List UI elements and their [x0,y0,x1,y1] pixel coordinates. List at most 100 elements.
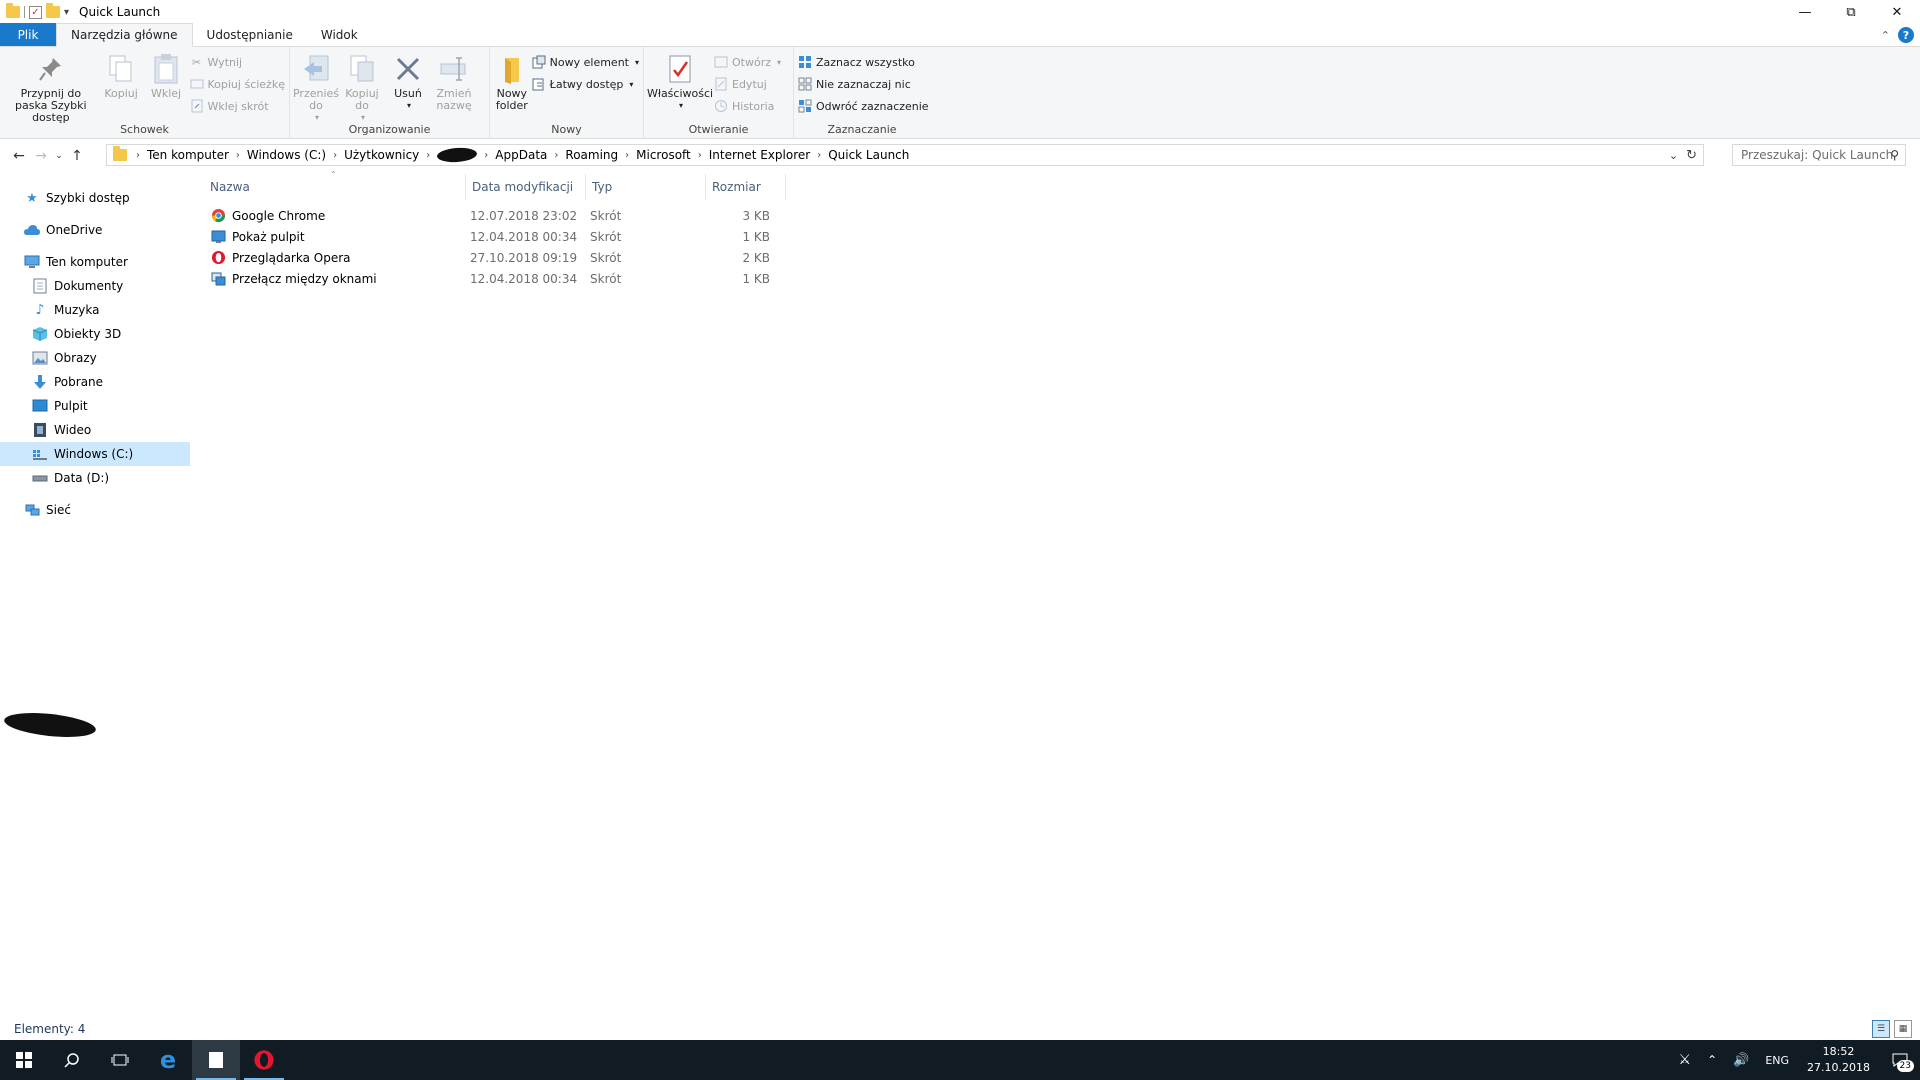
breadcrumb-drive-c[interactable]: Windows (C:) [243,148,330,162]
search-icon[interactable] [48,1040,96,1080]
forward-button[interactable]: → [30,145,52,167]
minimize-button[interactable]: — [1782,0,1828,24]
start-windows-icon[interactable] [0,1040,48,1080]
file-type: Skrót [590,229,622,244]
column-type[interactable]: Typ [586,174,706,200]
tab-share[interactable]: Udostępnianie [193,23,307,46]
nav-item-drive-c[interactable]: Windows (C:) [0,442,190,466]
file-name: Przełącz między oknami [232,271,377,286]
address-bar[interactable]: › Ten komputer › Windows (C:) › Użytkown… [106,144,1704,166]
breadcrumb-internet-explorer[interactable]: Internet Explorer [705,148,814,162]
nav-item-pictures[interactable]: Obrazy [0,346,190,370]
input-language[interactable]: ENG [1757,1054,1797,1067]
nav-item-desktop[interactable]: Pulpit [0,394,190,418]
file-row[interactable]: Przeglądarka Opera 27.10.2018 09:19 Skró… [204,247,776,268]
nav-item-onedrive[interactable]: OneDrive [0,218,190,242]
breadcrumb-chevron-icon[interactable]: › [423,150,433,161]
cut-button[interactable]: ✂ Wytnij [190,53,285,71]
people-icon[interactable]: ⚔ [1671,1052,1700,1068]
tab-view[interactable]: Widok [307,23,372,46]
restore-button[interactable]: ⧉ [1828,0,1874,24]
easy-access-button[interactable]: Łatwy dostęp ▾ [532,75,639,93]
column-name[interactable]: ⌃ Nazwa [204,170,466,200]
breadcrumb-chevron-icon[interactable]: › [481,150,491,161]
breadcrumb-chevron-icon[interactable]: › [814,150,824,161]
paste-button[interactable]: Wklej [145,51,188,100]
select-none-button[interactable]: Nie zaznaczaj nic [798,75,929,93]
recent-locations-chevron-icon[interactable]: ⌄ [52,145,66,167]
clock[interactable]: 18:52 27.10.2018 [1797,1044,1880,1076]
delete-x-icon [392,53,424,85]
breadcrumb-chevron-icon[interactable]: › [233,150,243,161]
nav-item-videos[interactable]: Wideo [0,418,190,442]
nav-item-network[interactable]: Sieć [0,498,190,522]
copy-path-button[interactable]: Kopiuj ścieżkę [190,75,285,93]
breadcrumb-chevron-icon[interactable]: › [551,150,561,161]
task-view-icon[interactable] [96,1040,144,1080]
file-explorer-icon[interactable] [192,1040,240,1080]
pin-quick-access-button[interactable]: Przypnij do paska Szybki dostęp [4,51,98,124]
details-view-icon[interactable]: ☰ [1872,1020,1890,1038]
breadcrumb-chevron-icon[interactable]: › [622,150,632,161]
properties-quick-icon[interactable]: ✓ [29,5,42,19]
edge-icon[interactable]: e [144,1040,192,1080]
refresh-icon[interactable]: ↻ [1686,148,1697,163]
file-row[interactable]: Google Chrome 12.07.2018 23:02 Skrót 3 K… [204,205,776,226]
breadcrumb-microsoft[interactable]: Microsoft [632,148,695,162]
breadcrumb-quick-launch[interactable]: Quick Launch [824,148,913,162]
nav-item-documents[interactable]: Dokumenty [0,274,190,298]
history-button[interactable]: Historia [714,97,781,115]
new-item-button[interactable]: Nowy element ▾ [532,53,639,71]
search-icon[interactable]: ⚲ [1890,148,1899,162]
customize-toolbar-chevron-icon[interactable]: ▾ [64,7,69,18]
file-row[interactable]: Przełącz między oknami 12.04.2018 00:34 … [204,268,776,289]
collapse-ribbon-chevron-up-icon[interactable]: ⌃ [1881,29,1890,42]
back-button[interactable]: ← [8,145,30,167]
show-desktop-icon [210,229,226,245]
edit-button[interactable]: Edytuj [714,75,781,93]
paste-shortcut-button[interactable]: Wklej skrót [190,97,285,115]
search-input[interactable]: Przeszukaj: Quick Launch ⚲ [1732,144,1906,166]
volume-icon[interactable]: 🔊 [1725,1053,1757,1068]
close-button[interactable]: ✕ [1874,0,1920,24]
new-folder-button[interactable]: Nowy folder [494,51,530,112]
tab-file[interactable]: Plik [0,23,56,46]
file-row[interactable]: Pokaż pulpit 12.04.2018 00:34 Skrót 1 KB [204,226,776,247]
breadcrumb-users[interactable]: Użytkownicy [340,148,423,162]
select-all-button[interactable]: Zaznacz wszystko [798,53,929,71]
column-size[interactable]: Rozmiar [706,174,786,200]
nav-item-quick-access[interactable]: ★ Szybki dostęp [0,186,190,210]
action-center-icon[interactable]: 23 [1880,1040,1920,1080]
rename-button[interactable]: Zmień nazwę [432,51,476,112]
copy-to-button[interactable]: Kopiuj do ▾ [340,51,384,124]
help-icon[interactable]: ? [1898,27,1914,43]
invert-selection-button[interactable]: Odwróć zaznaczenie [798,97,929,115]
copy-button[interactable]: Kopiuj [100,51,143,100]
nav-item-this-pc[interactable]: Ten komputer [0,250,190,274]
move-to-button[interactable]: Przenieś do ▾ [293,51,339,124]
properties-button[interactable]: Właściwości ▾ [647,51,713,112]
nav-item-music[interactable]: ♪ Muzyka [0,298,190,322]
breadcrumb-chevron-icon[interactable]: › [695,150,705,161]
breadcrumb-appdata[interactable]: AppData [491,148,551,162]
breadcrumb-roaming[interactable]: Roaming [561,148,622,162]
show-hidden-icons-chevron-up-icon[interactable]: ⌃ [1699,1053,1725,1067]
search-placeholder: Przeszukaj: Quick Launch [1741,148,1894,162]
opera-taskbar-icon[interactable] [240,1040,288,1080]
new-folder-quick-icon[interactable] [46,3,60,18]
breadcrumb-this-pc[interactable]: Ten komputer [143,148,233,162]
select-none-icon [798,77,812,91]
nav-item-downloads[interactable]: Pobrane [0,370,190,394]
column-date[interactable]: Data modyfikacji [466,174,586,200]
nav-item-drive-d[interactable]: Data (D:) [0,466,190,490]
breadcrumb-chevron-icon[interactable]: › [330,150,340,161]
open-button[interactable]: Otwórz ▾ [714,53,781,71]
up-button[interactable]: ↑ [66,145,88,167]
breadcrumb-chevron-icon[interactable]: › [133,150,143,161]
tab-home[interactable]: Narzędzia główne [56,23,193,47]
delete-button[interactable]: Usuń ▾ [386,51,430,112]
address-history-chevron-down-icon[interactable]: ⌄ [1669,149,1678,162]
folder-icon[interactable] [6,3,20,18]
nav-item-3d-objects[interactable]: Obiekty 3D [0,322,190,346]
large-icons-view-icon[interactable]: ▦ [1894,1020,1912,1038]
